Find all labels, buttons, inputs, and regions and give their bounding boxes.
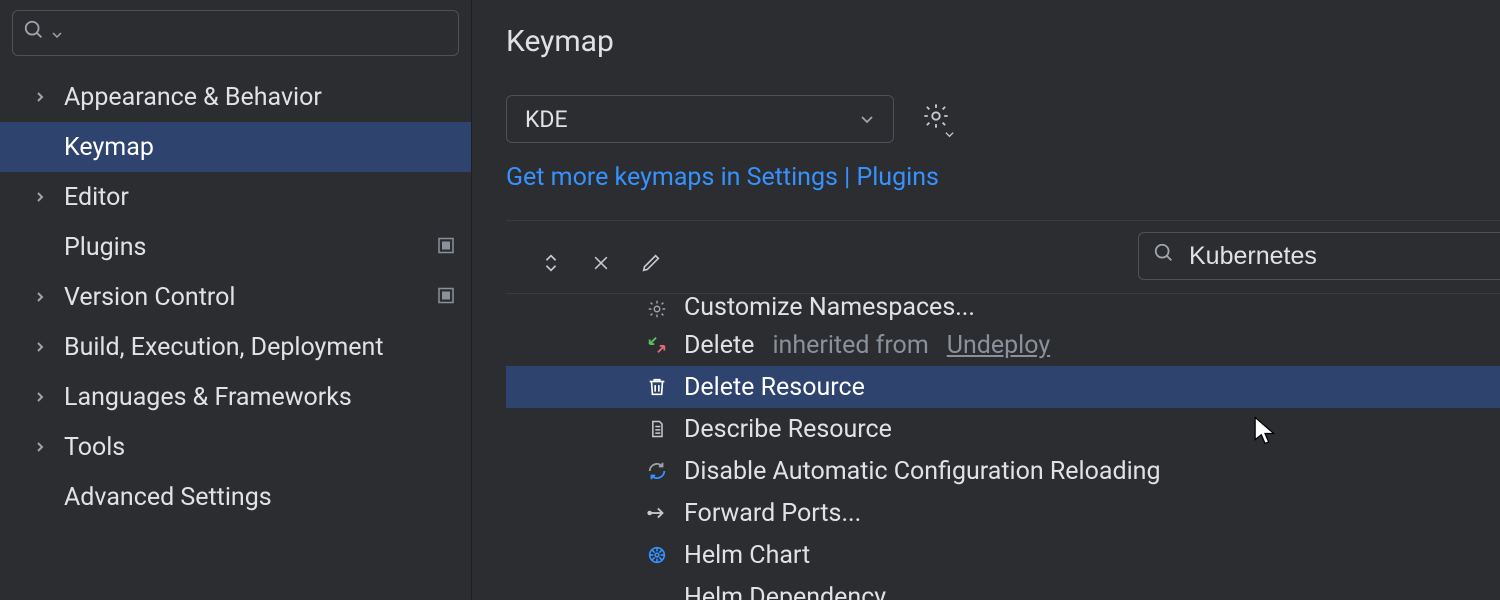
action-row[interactable]: Delete Resource: [506, 366, 1500, 408]
action-row[interactable]: Delete inherited from Undeploy: [506, 324, 1500, 366]
action-label: Forward Ports...: [684, 499, 861, 528]
open-in-icon: [437, 284, 455, 311]
reload-icon: [644, 458, 670, 484]
document-icon: [644, 416, 670, 442]
sidebar-item-label: Tools: [64, 433, 125, 462]
sidebar-item-label: Editor: [64, 183, 129, 212]
sidebar-item-label: Languages & Frameworks: [64, 383, 352, 412]
undeploy-icon: [644, 332, 670, 358]
action-row[interactable]: Helm Chart: [506, 534, 1500, 576]
settings-tree: Appearance & Behavior Keymap Editor Plug…: [0, 72, 471, 522]
open-in-icon: [437, 234, 455, 261]
forward-icon: [644, 500, 670, 526]
edit-button[interactable]: [626, 241, 676, 285]
action-label: Delete: [684, 331, 754, 360]
chevron-right-icon: [30, 191, 50, 203]
page-title: Keymap: [506, 24, 1500, 59]
chevron-down-icon: [859, 106, 875, 133]
expand-collapse-button[interactable]: [526, 241, 576, 285]
helm-icon: [644, 542, 670, 568]
sidebar-item-plugins[interactable]: Plugins: [0, 222, 471, 272]
action-row[interactable]: Forward Ports...: [506, 492, 1500, 534]
sidebar-item-editor[interactable]: Editor: [0, 172, 471, 222]
trash-icon: [644, 374, 670, 400]
chevron-right-icon: [30, 391, 50, 403]
action-label: Customize Namespaces...: [684, 294, 975, 322]
sidebar-item-keymap[interactable]: Keymap: [0, 122, 471, 172]
gear-icon: [644, 296, 670, 322]
action-row[interactable]: Customize Namespaces...: [506, 294, 1500, 324]
collapse-all-button[interactable]: [576, 241, 626, 285]
sidebar-item-build[interactable]: Build, Execution, Deployment: [0, 322, 471, 372]
sidebar-item-appearance[interactable]: Appearance & Behavior: [0, 72, 471, 122]
sidebar-item-version-control[interactable]: Version Control: [0, 272, 471, 322]
gear-icon[interactable]: [922, 102, 950, 136]
sidebar-item-advanced[interactable]: Advanced Settings: [0, 472, 471, 522]
sidebar-item-label: Plugins: [64, 233, 146, 262]
sidebar-search-input[interactable]: [69, 20, 448, 46]
sidebar-item-label: Keymap: [64, 133, 154, 162]
action-label: Describe Resource: [684, 415, 892, 444]
action-filter-input[interactable]: [1189, 242, 1500, 271]
keymap-scheme-dropdown[interactable]: KDE: [506, 95, 894, 143]
action-secondary-prefix: inherited from: [772, 331, 928, 360]
sidebar-item-label: Version Control: [64, 283, 235, 312]
sidebar-item-languages[interactable]: Languages & Frameworks: [0, 372, 471, 422]
sidebar-item-label: Build, Execution, Deployment: [64, 333, 384, 362]
search-icon: [1153, 242, 1175, 270]
sidebar-search[interactable]: [12, 10, 459, 56]
action-inherited-link[interactable]: Undeploy: [947, 331, 1050, 360]
chevron-right-icon: [30, 341, 50, 353]
action-row[interactable]: Disable Automatic Configuration Reloadin…: [506, 450, 1500, 492]
dropdown-value: KDE: [525, 106, 568, 133]
sidebar-item-label: Appearance & Behavior: [64, 83, 322, 112]
action-row[interactable]: Describe Resource: [506, 408, 1500, 450]
action-label: Delete Resource: [684, 373, 865, 402]
dropdown-caret-icon: [51, 20, 63, 47]
action-filter[interactable]: [1138, 232, 1500, 280]
sidebar-item-label: Advanced Settings: [64, 483, 272, 512]
action-label: Disable Automatic Configuration Reloadin…: [684, 457, 1161, 486]
action-list: Customize Namespaces... Delete inherited…: [506, 293, 1500, 600]
action-row[interactable]: Helm Dependency: [506, 576, 1500, 600]
settings-sidebar: Appearance & Behavior Keymap Editor Plug…: [0, 0, 472, 600]
get-more-keymaps-link[interactable]: Get more keymaps in Settings | Plugins: [506, 163, 1500, 192]
chevron-right-icon: [30, 91, 50, 103]
sidebar-item-tools[interactable]: Tools: [0, 422, 471, 472]
search-icon: [23, 19, 45, 47]
action-label: Helm Dependency: [684, 583, 886, 600]
action-label: Helm Chart: [684, 541, 810, 570]
divider: [506, 220, 1500, 221]
keymap-panel: Keymap KDE Get more keymaps in Settings …: [472, 0, 1500, 600]
chevron-right-icon: [30, 291, 50, 303]
chevron-right-icon: [30, 441, 50, 453]
